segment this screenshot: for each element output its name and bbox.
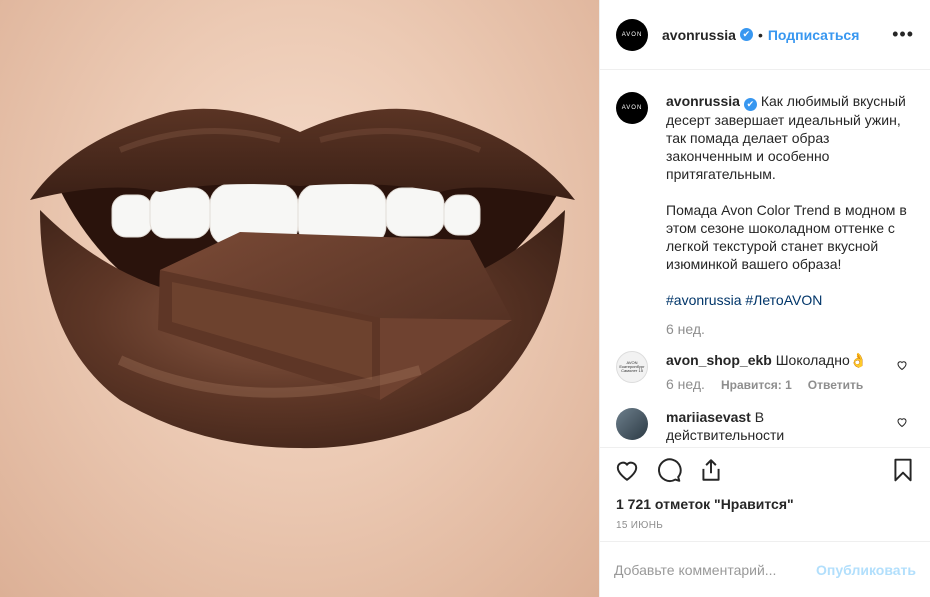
comment-body: avon_shop_ekb Шоколадно👌 6 нед. Нравится… [666,351,876,394]
comment-item: mariiasevast В действительности [616,407,914,444]
comment-input[interactable] [614,561,817,578]
verified-badge-icon: ✔ [743,97,757,111]
comment-meta: 6 нед. Нравится: 1 Ответить [666,375,876,394]
comment-username[interactable]: avon_shop_ekb [666,352,772,368]
comments-section[interactable]: AVON avonrussia ✔ Как любимый вкусный дес… [600,70,930,448]
bookmark-icon[interactable] [890,457,916,483]
avatar[interactable]: AVON [616,18,648,51]
caption: AVON avonrussia ✔ Как любимый вкусный дес… [616,92,914,309]
post-date: 15 ИЮНЬ [616,520,664,531]
caption-age: 6 нед. [666,320,705,337]
caption-body: avonrussia ✔ Как любимый вкусный десерт з… [666,92,911,309]
comment-likes-link[interactable]: Нравится: 1 [721,376,792,394]
comment-item: AVON Екатеринбург Самолет 15 avon_shop_e… [616,350,914,394]
comment-username[interactable]: mariiasevast [666,409,751,425]
comment-like-heart-icon[interactable] [896,416,908,428]
caption-username[interactable]: avonrussia [666,93,740,109]
caption-avatar[interactable]: AVON [616,92,648,124]
comment-text: Шоколадно👌 [775,351,868,368]
add-comment-bar: Опубликовать [600,541,930,597]
post-side-panel: AVON avonrussia ✔ • Подписаться ••• AVON… [599,0,930,597]
lips-chocolate-image [30,108,575,449]
separator-dot: • [757,26,763,43]
caption-text: Как любимый вкусный десерт завершает иде… [666,93,907,272]
follow-button[interactable]: Подписаться [768,27,860,43]
instagram-post: AVON avonrussia ✔ • Подписаться ••• AVON… [0,0,930,597]
caption-hashtags[interactable]: #avonrussia #ЛетоAVON [666,291,911,309]
comment-avatar[interactable]: AVON Екатеринбург Самолет 15 [616,350,648,383]
likes-count[interactable]: 1 721 отметок "Нравится" [600,496,930,512]
comment-like-heart-icon[interactable] [896,359,908,371]
post-photo[interactable] [0,0,599,597]
heart-icon[interactable] [614,457,640,483]
verified-badge-icon: ✔ [739,28,753,41]
action-bar [600,448,930,492]
reply-button[interactable]: Ответить [808,376,863,394]
share-icon[interactable] [698,457,724,483]
comment-icon[interactable] [656,457,682,483]
comment-avatar[interactable] [616,407,648,440]
comment-age: 6 нед. [666,375,705,392]
comment-body: mariiasevast В действительности [666,408,876,444]
header-username[interactable]: avonrussia [662,27,736,43]
publish-button[interactable]: Опубликовать [816,562,916,578]
more-options-icon[interactable]: ••• [892,24,914,45]
post-header: AVON avonrussia ✔ • Подписаться ••• [600,0,930,70]
